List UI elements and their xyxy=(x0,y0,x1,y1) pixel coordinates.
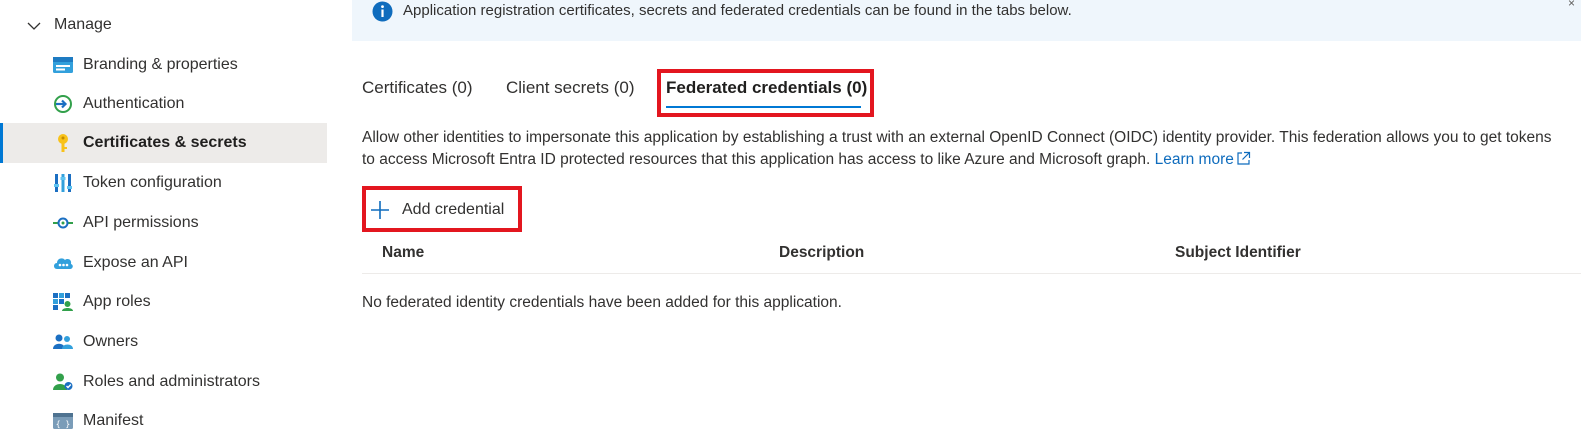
sidebar-item-label: Owners xyxy=(83,333,139,350)
cloud-api-icon xyxy=(54,258,73,269)
tab-highlight-box xyxy=(657,69,874,117)
sidebar-item-label: Branding & properties xyxy=(83,56,238,73)
sidebar-item-certificates-secrets[interactable]: Certificates & secrets xyxy=(0,123,327,163)
learn-more-label: Learn more xyxy=(1154,151,1234,168)
description-text: Allow other identities to impersonate th… xyxy=(362,129,1552,168)
owners-icon xyxy=(53,334,73,349)
external-link-icon xyxy=(1237,151,1250,165)
roles-admin-icon xyxy=(53,373,73,390)
manifest-icon: { } xyxy=(53,413,73,429)
sidebar-item-token-configuration[interactable]: Token configuration xyxy=(0,163,327,203)
sidebar-item-label: App roles xyxy=(83,293,151,310)
sidebar-item-authentication[interactable]: Authentication xyxy=(0,84,327,124)
sidebar-item-owners[interactable]: Owners xyxy=(0,322,327,362)
column-header-description[interactable]: Description xyxy=(779,244,864,262)
chevron-down-icon xyxy=(27,22,41,30)
info-icon xyxy=(372,1,393,22)
sidebar-item-label: Expose an API xyxy=(83,254,188,271)
column-header-subject-identifier[interactable]: Subject Identifier xyxy=(1175,244,1301,262)
sidebar-item-manifest[interactable]: { } Manifest xyxy=(0,401,327,438)
sidebar-item-branding[interactable]: Branding & properties xyxy=(0,45,327,85)
svg-text:{ }: { } xyxy=(56,420,70,429)
column-header-name[interactable]: Name xyxy=(382,244,424,262)
tab-certificates[interactable]: Certificates (0) xyxy=(362,78,473,98)
api-permissions-icon xyxy=(53,217,73,229)
manage-group-label: Manage xyxy=(54,16,112,33)
sidebar-item-label: Authentication xyxy=(83,95,185,112)
sidebar-item-roles-administrators[interactable]: Roles and administrators xyxy=(0,362,327,402)
token-config-icon xyxy=(54,174,72,192)
banner-dismiss-icon[interactable]: × xyxy=(1568,0,1575,10)
sidebar: Manage Branding & properties Authenticat… xyxy=(0,0,327,438)
tab-client-secrets[interactable]: Client secrets (0) xyxy=(506,78,634,98)
sidebar-item-label: API permissions xyxy=(83,214,199,231)
sidebar-item-expose-api[interactable]: Expose an API xyxy=(0,243,327,283)
empty-table-message: No federated identity credentials have b… xyxy=(362,294,842,311)
federation-description: Allow other identities to impersonate th… xyxy=(362,127,1562,171)
banner-text: Application registration certificates, s… xyxy=(403,2,1072,19)
sidebar-item-label: Token configuration xyxy=(83,174,222,191)
manage-group-header[interactable]: Manage xyxy=(0,6,327,44)
sidebar-item-label: Manifest xyxy=(83,412,144,429)
sidebar-item-label: Certificates & secrets xyxy=(83,134,247,151)
branding-icon xyxy=(53,57,73,73)
info-banner: Application registration certificates, s… xyxy=(352,0,1581,41)
credentials-table-header: Name Description Subject Identifier xyxy=(362,238,1581,274)
learn-more-link[interactable]: Learn more xyxy=(1155,151,1251,168)
sidebar-item-api-permissions[interactable]: API permissions xyxy=(0,203,327,243)
sidebar-item-label: Roles and administrators xyxy=(83,373,260,390)
app-roles-icon xyxy=(53,293,73,311)
sidebar-item-app-roles[interactable]: App roles xyxy=(0,282,327,322)
authentication-icon xyxy=(54,95,72,113)
key-icon xyxy=(58,134,68,152)
add-button-highlight-box xyxy=(362,186,522,232)
